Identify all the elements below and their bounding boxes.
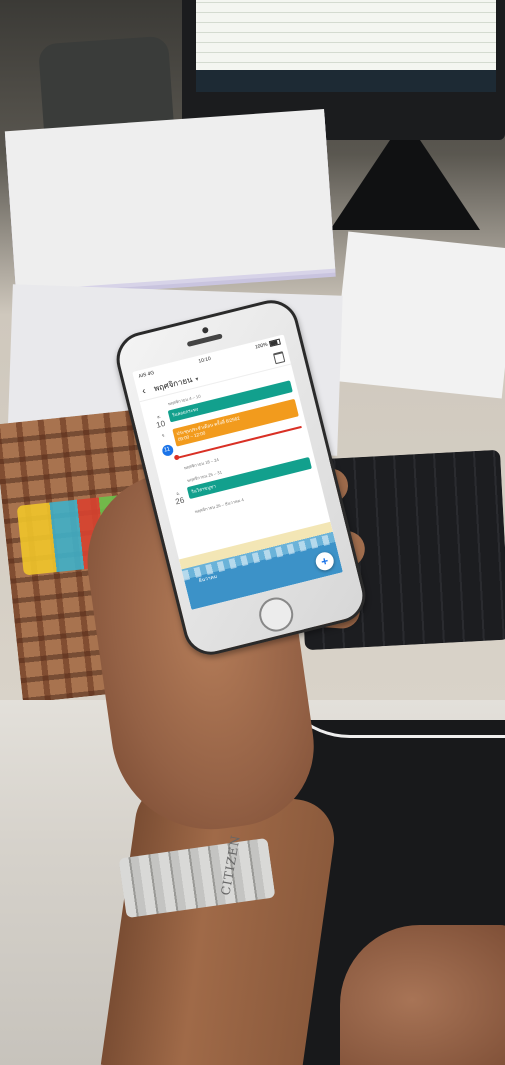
today-badge: 11 — [160, 443, 174, 458]
day-of-week: จ. — [161, 432, 166, 438]
earpiece-speaker — [186, 333, 223, 347]
monitor-screen — [196, 0, 496, 92]
back-arrow-icon[interactable]: ‹ — [141, 384, 151, 396]
carrier-label: AIS 4G — [137, 369, 155, 380]
month-banner: ธันวาคม + — [178, 521, 343, 610]
front-camera — [201, 326, 209, 334]
photo-scene: CITIZEN AIS 4G 10:10 100% ‹ พฤศจิกายน ▼ — [0, 0, 505, 1065]
calendar-icon[interactable] — [272, 350, 286, 364]
battery-percent: 100% — [254, 341, 269, 351]
plus-icon: + — [319, 553, 330, 569]
other-hand — [340, 925, 505, 1065]
create-event-button[interactable]: + — [313, 550, 336, 573]
battery-icon — [268, 338, 281, 348]
home-button[interactable] — [255, 593, 297, 636]
clock: 10:10 — [197, 355, 212, 365]
banner-illustration — [181, 533, 336, 581]
paper-stack — [4, 109, 336, 291]
paper-sheet — [332, 231, 505, 399]
chevron-down-icon: ▼ — [193, 375, 201, 383]
